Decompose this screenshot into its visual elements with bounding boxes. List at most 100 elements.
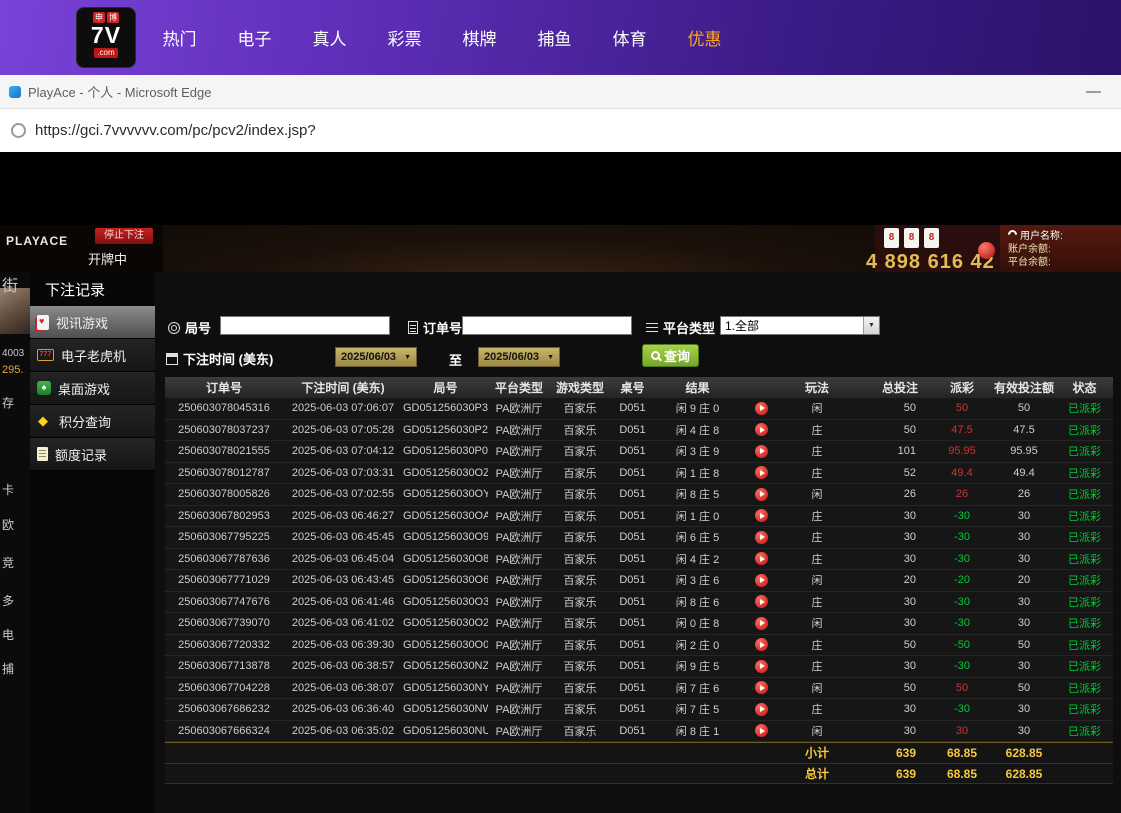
cell-replay <box>740 595 782 608</box>
bet-records-table: 订单号下注时间 (美东)局号平台类型游戏类型桌号结果玩法总投注派彩有效投注额状态… <box>165 377 1113 784</box>
top-nav-item[interactable]: 电子 <box>217 25 292 50</box>
replay-button[interactable] <box>755 574 768 587</box>
top-nav-item[interactable]: 优惠 <box>667 25 742 50</box>
cell-result: 闲 1 庄 0 <box>655 508 740 524</box>
replay-button[interactable] <box>755 638 768 651</box>
cell-result: 闲 9 庄 5 <box>655 658 740 674</box>
platform-select[interactable]: 1.全部 ▼ <box>720 316 880 335</box>
cell-time: 2025-06-03 06:41:02 <box>283 617 403 629</box>
cell-result: 闲 1 庄 8 <box>655 465 740 481</box>
minimize-button[interactable]: — <box>1086 75 1101 109</box>
cell-game: 百家乐 <box>550 400 610 416</box>
replay-button[interactable] <box>755 595 768 608</box>
cell-play: 庄 <box>782 508 852 524</box>
cell-bet: 30 <box>852 596 932 608</box>
search-button[interactable]: 查询 <box>642 344 699 367</box>
table-games-icon <box>37 381 51 395</box>
subtotal-row: 小计 639 68.85 628.85 <box>165 742 1113 763</box>
replay-button[interactable] <box>755 445 768 458</box>
cell-payout: 50 <box>932 682 992 694</box>
top-nav-item[interactable]: 棋牌 <box>442 25 517 50</box>
sidebar-item[interactable]: 视讯游戏 <box>30 306 155 339</box>
replay-button[interactable] <box>755 703 768 716</box>
cell-table: D051 <box>610 660 655 672</box>
cell-result: 闲 2 庄 0 <box>655 637 740 653</box>
left-strip: 4003295.存卡欧竞多电捕街 <box>0 272 30 813</box>
cell-bet: 50 <box>852 639 932 651</box>
replay-button[interactable] <box>755 509 768 522</box>
cell-result: 闲 7 庄 6 <box>655 680 740 696</box>
jackpot-counter: 4 898 616 42 <box>866 251 995 272</box>
date-to-value: 2025/06/03 <box>484 351 539 363</box>
cell-bet: 30 <box>852 703 932 715</box>
sidebar-item[interactable]: 积分查询 <box>30 405 155 438</box>
top-nav-item[interactable]: 真人 <box>292 25 367 50</box>
column-header: 局号 <box>403 379 488 396</box>
cell-time: 2025-06-03 06:41:46 <box>283 596 403 608</box>
strip-text: 竞 <box>2 554 14 571</box>
cell-order: 250603078012787 <box>165 467 283 479</box>
account-line: 平台余额: <box>1008 254 1121 267</box>
replay-button[interactable] <box>755 724 768 737</box>
cell-payout: 49.4 <box>932 467 992 479</box>
round-input[interactable] <box>220 316 390 335</box>
total-bet: 639 <box>852 764 932 785</box>
replay-button[interactable] <box>755 531 768 544</box>
top-nav-item[interactable]: 体育 <box>592 25 667 50</box>
cell-play: 庄 <box>782 465 852 481</box>
cell-result: 闲 3 庄 6 <box>655 572 740 588</box>
cell-replay <box>740 574 782 587</box>
table-row: 2506030677138782025-06-03 06:38:57GD0512… <box>165 656 1113 678</box>
cell-status: 已派彩 <box>1056 422 1113 438</box>
cell-status: 已派彩 <box>1056 486 1113 502</box>
cell-replay <box>740 681 782 694</box>
table-row: 2506030677710292025-06-03 06:43:45GD0512… <box>165 570 1113 592</box>
cell-valid: 49.4 <box>992 467 1056 479</box>
cell-table: D051 <box>610 682 655 694</box>
replay-button[interactable] <box>755 466 768 479</box>
platform-icon <box>646 322 658 333</box>
sidebar-item[interactable]: 桌面游戏 <box>30 372 155 405</box>
replay-button[interactable] <box>755 423 768 436</box>
date-to-select[interactable]: 2025/06/03 ▼ <box>478 347 560 367</box>
table-row: 2506030780453162025-06-03 07:06:07GD0512… <box>165 398 1113 420</box>
cell-table: D051 <box>610 639 655 651</box>
slot-icon <box>37 349 54 361</box>
replay-button[interactable] <box>755 617 768 630</box>
cell-order: 250603067795225 <box>165 531 283 543</box>
replay-button[interactable] <box>755 552 768 565</box>
cell-replay <box>740 617 782 630</box>
cell-play: 庄 <box>782 637 852 653</box>
cell-payout: 50 <box>932 402 992 414</box>
cell-time: 2025-06-03 07:05:28 <box>283 424 403 436</box>
cell-status: 已派彩 <box>1056 637 1113 653</box>
cell-time: 2025-06-03 06:38:57 <box>283 660 403 672</box>
cell-order: 250603067720332 <box>165 639 283 651</box>
cell-replay <box>740 466 782 479</box>
browser-urlbar[interactable]: https://gci.7vvvvvv.com/pc/pcv2/index.js… <box>0 109 1121 152</box>
cell-game: 百家乐 <box>550 529 610 545</box>
column-header: 状态 <box>1056 379 1113 396</box>
top-nav-item[interactable]: 捕鱼 <box>517 25 592 50</box>
stop-bet-button[interactable]: 停止下注 <box>95 228 153 244</box>
table-row: 2506030780372372025-06-03 07:05:28GD0512… <box>165 420 1113 442</box>
cell-result: 闲 4 庄 2 <box>655 551 740 567</box>
top-nav-item[interactable]: 彩票 <box>367 25 442 50</box>
replay-button[interactable] <box>755 681 768 694</box>
date-from-select[interactable]: 2025/06/03 ▼ <box>335 347 417 367</box>
site-logo[interactable]: 申 博 7V .com <box>76 7 136 68</box>
cell-play: 庄 <box>782 551 852 567</box>
replay-button[interactable] <box>755 488 768 501</box>
order-input[interactable] <box>462 316 632 335</box>
sidebar-item[interactable]: 电子老虎机 <box>30 339 155 372</box>
bet-records-modal: 下注记录 视讯游戏电子老虎机桌面游戏积分查询额度记录 局号 订单号 平台类型 1… <box>30 272 1121 813</box>
replay-button[interactable] <box>755 402 768 415</box>
cell-result: 闲 3 庄 9 <box>655 443 740 459</box>
sidebar-item[interactable]: 额度记录 <box>30 438 155 471</box>
top-nav-item[interactable]: 热门 <box>142 25 217 50</box>
cell-time: 2025-06-03 07:02:55 <box>283 488 403 500</box>
cell-payout: 30 <box>932 725 992 737</box>
replay-button[interactable] <box>755 660 768 673</box>
cell-platform: PA欧洲厅 <box>488 486 550 502</box>
table-row: 2506030780058262025-06-03 07:02:55GD0512… <box>165 484 1113 506</box>
